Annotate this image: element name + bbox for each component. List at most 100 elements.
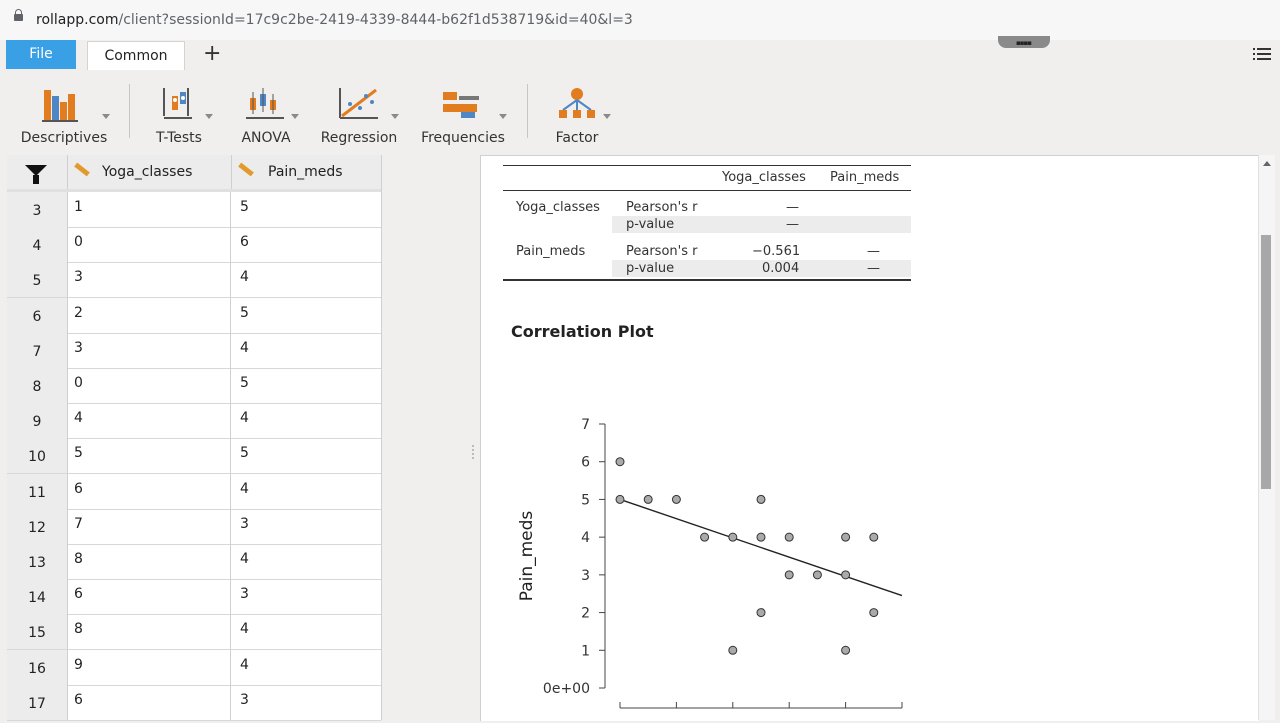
corr-value: 0.004: [762, 261, 800, 276]
chevron-down-icon[interactable]: [205, 114, 213, 119]
table-row[interactable]: 944: [7, 403, 381, 440]
row-number[interactable]: 4: [7, 227, 68, 263]
add-tab-button[interactable]: +: [203, 41, 221, 67]
data-point: [756, 532, 766, 542]
row-number[interactable]: 14: [7, 579, 68, 615]
cell-yoga[interactable]: 0: [68, 368, 231, 403]
chevron-down-icon[interactable]: [603, 114, 611, 119]
row-number[interactable]: 11: [7, 473, 68, 509]
scale-icon: [238, 162, 254, 177]
table-row[interactable]: 10 5 5: [7, 438, 381, 475]
cell-yoga[interactable]: 8: [68, 614, 231, 650]
cell-yoga[interactable]: 8: [68, 544, 231, 579]
corr-value: —: [867, 261, 880, 276]
data-grid[interactable]: Yoga_classes Pain_meds 31540653462573480…: [7, 155, 382, 721]
tab-file[interactable]: File: [6, 40, 76, 69]
cell-pain[interactable]: 3: [232, 579, 380, 614]
scroll-up-icon[interactable]: [1263, 161, 1271, 166]
column-header-yoga[interactable]: Yoga_classes: [68, 155, 232, 189]
table-row[interactable]: 16 9 4: [7, 649, 381, 686]
chevron-down-icon[interactable]: [391, 114, 399, 119]
cell-yoga[interactable]: 2: [68, 297, 231, 333]
url-text[interactable]: rollapp.com/client?sessionId=17c9c2be-24…: [36, 12, 633, 28]
row-number[interactable]: 3: [7, 192, 68, 227]
table-row[interactable]: 406: [7, 227, 381, 264]
descriptives-button[interactable]: Descriptives: [20, 84, 110, 146]
splitter-handle[interactable]: [472, 445, 476, 459]
scrollbar-thumb[interactable]: [1261, 235, 1271, 489]
table-row[interactable]: 14 6 3: [7, 579, 381, 616]
row-number[interactable]: 16: [7, 649, 68, 685]
filter-button[interactable]: [7, 155, 68, 189]
cell-pain[interactable]: 5: [232, 298, 380, 333]
table-bottom-rule: [503, 279, 911, 281]
cell-yoga[interactable]: 1: [68, 192, 231, 227]
frequencies-button[interactable]: Frequencies: [419, 84, 507, 146]
table-row[interactable]: 15 8 4: [7, 614, 381, 651]
tab-common[interactable]: Common: [87, 41, 185, 71]
cell-yoga[interactable]: 5: [68, 438, 231, 474]
anova-button[interactable]: ANOVA: [238, 84, 299, 146]
table-row[interactable]: 11 6 4: [7, 473, 381, 510]
cell-yoga[interactable]: 4: [68, 403, 231, 439]
row-number[interactable]: 15: [7, 614, 68, 650]
row-number[interactable]: 12: [7, 508, 68, 544]
factor-button[interactable]: Factor: [551, 84, 611, 146]
cell-yoga[interactable]: 3: [68, 262, 231, 298]
y-tick-label: 7: [581, 417, 590, 433]
regression-button[interactable]: Regression: [318, 84, 400, 146]
table-row[interactable]: 315: [7, 192, 381, 228]
cell-pain[interactable]: 5: [232, 368, 380, 403]
divider: [129, 84, 130, 138]
results-scrollbar[interactable]: [1258, 155, 1275, 720]
row-number[interactable]: 7: [7, 332, 68, 368]
corr-value: —: [786, 217, 799, 232]
cell-yoga[interactable]: 6: [68, 684, 231, 720]
row-number[interactable]: 13: [7, 544, 68, 579]
row-number[interactable]: 5: [7, 262, 68, 298]
row-number[interactable]: 8: [7, 368, 68, 403]
cell-yoga[interactable]: 7: [68, 508, 231, 544]
row-number[interactable]: 6: [7, 297, 68, 333]
cell-pain[interactable]: 4: [232, 333, 380, 368]
data-point: [756, 494, 766, 504]
cell-yoga[interactable]: 0: [68, 227, 231, 263]
table-row[interactable]: 17 6 3: [7, 684, 381, 721]
data-point: [784, 570, 794, 580]
browser-address-bar[interactable]: rollapp.com/client?sessionId=17c9c2be-24…: [0, 0, 1280, 41]
row-number[interactable]: 10: [7, 438, 68, 474]
chevron-down-icon[interactable]: [291, 114, 299, 119]
ttests-button[interactable]: T-Tests: [150, 84, 213, 146]
cell-pain[interactable]: 5: [232, 438, 380, 473]
table-row[interactable]: 534: [7, 262, 381, 299]
table-row[interactable]: 734: [7, 332, 381, 369]
cell-pain[interactable]: 4: [232, 614, 380, 649]
cell-pain[interactable]: 3: [232, 685, 380, 720]
cell-pain[interactable]: 4: [232, 650, 380, 685]
pane-splitter[interactable]: [466, 155, 480, 720]
cell-pain[interactable]: 3: [232, 509, 380, 544]
table-row[interactable]: 625: [7, 297, 381, 334]
y-tick-label: 5: [581, 492, 590, 508]
cell-pain[interactable]: 4: [232, 262, 380, 297]
chevron-down-icon[interactable]: [102, 114, 110, 119]
row-number[interactable]: 17: [7, 684, 68, 720]
table-row[interactable]: 805: [7, 368, 381, 404]
y-tick-label: 0e+00: [543, 681, 590, 697]
table-row[interactable]: 13 8 4: [7, 544, 381, 580]
cell-pain[interactable]: 6: [232, 227, 380, 262]
cell-yoga[interactable]: 6: [68, 473, 231, 509]
cell-pain[interactable]: 4: [232, 403, 380, 438]
cell-yoga[interactable]: 3: [68, 332, 231, 368]
cell-yoga[interactable]: 6: [68, 579, 231, 615]
cell-yoga[interactable]: 9: [68, 649, 231, 685]
cell-pain[interactable]: 5: [232, 192, 380, 227]
row-number[interactable]: 9: [7, 403, 68, 439]
cell-pain[interactable]: 4: [232, 544, 380, 579]
table-row[interactable]: 12 7 3: [7, 508, 381, 545]
cell-pain[interactable]: 4: [232, 474, 380, 509]
chevron-down-icon[interactable]: [499, 114, 507, 119]
filter-icon: [25, 165, 47, 184]
hamburger-menu-icon[interactable]: [1253, 47, 1271, 61]
column-header-pain[interactable]: Pain_meds: [232, 155, 380, 189]
